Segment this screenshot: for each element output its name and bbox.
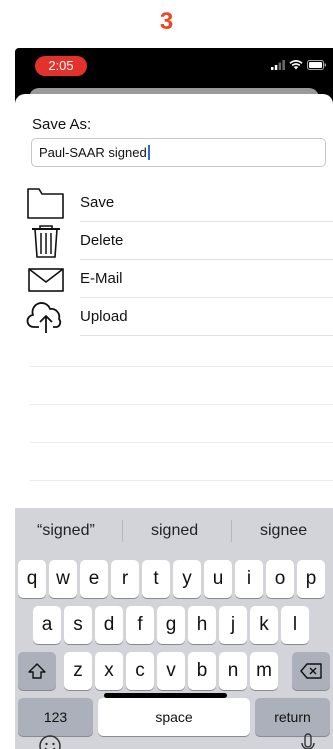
suggestion-item[interactable]: signed [151,522,198,540]
key-c[interactable]: c [126,652,154,690]
suggestion-quoted[interactable]: “signed” [37,522,95,540]
divider [80,335,333,336]
key-j[interactable]: j [219,606,247,644]
save-label: Save [80,194,115,211]
empty-row-divider [30,366,333,367]
microphone-icon[interactable] [300,732,316,749]
battery-icon [307,60,326,70]
step-number: 3 [159,8,174,35]
key-t[interactable]: t [142,560,170,598]
trash-icon [32,225,60,258]
key-q[interactable]: q [18,560,46,598]
key-g[interactable]: g [157,606,185,644]
suggestion-bar: “signed” signed signee [15,508,333,552]
empty-row-divider [30,442,333,443]
upload-option[interactable]: Upload [15,298,333,336]
signal-icon [271,60,285,70]
key-n[interactable]: n [219,652,247,690]
text-cursor [147,145,150,160]
status-time: 2:05 [35,56,87,76]
key-s[interactable]: s [64,606,92,644]
wifi-icon [289,60,303,70]
key-v[interactable]: v [157,652,185,690]
key-d[interactable]: d [95,606,123,644]
filename-input[interactable]: Paul-SAAR signed [31,138,326,167]
shift-arrow-icon [28,663,46,679]
key-b[interactable]: b [188,652,216,690]
key-u[interactable]: u [204,560,232,598]
phone-screen: 2:05 Save As: Paul-SAAR signed Save Dele… [15,48,333,749]
filename-value: Paul-SAAR signed [39,145,147,160]
upload-label: Upload [80,308,128,325]
action-menu: Save Delete E-Mail Upload [15,184,333,336]
key-r[interactable]: r [111,560,139,598]
backspace-key[interactable] [292,652,330,690]
email-option[interactable]: E-Mail [15,260,333,298]
key-e[interactable]: e [80,560,108,598]
emoji-icon[interactable] [38,734,62,749]
key-a[interactable]: a [33,606,61,644]
key-o[interactable]: o [266,560,294,598]
suggestion-separator [231,520,232,542]
status-icons [271,60,327,70]
key-x[interactable]: x [95,652,123,690]
empty-row-divider [30,404,333,405]
folder-icon [27,188,64,219]
status-bar: 2:05 [15,48,333,88]
shift-key[interactable] [18,652,56,690]
key-z[interactable]: z [64,652,92,690]
key-y[interactable]: y [173,560,201,598]
delete-option[interactable]: Delete [15,222,333,260]
numbers-key[interactable]: 123 [18,698,93,736]
backspace-icon [300,663,322,679]
space-key[interactable]: space [98,698,250,736]
return-key[interactable]: return [255,698,330,736]
delete-label: Delete [80,232,124,249]
save-option[interactable]: Save [15,184,333,222]
email-label: E-Mail [80,270,123,287]
key-w[interactable]: w [49,560,77,598]
key-f[interactable]: f [126,606,154,644]
key-i[interactable]: i [235,560,263,598]
cloud-upload-icon [26,302,62,333]
empty-row-divider [30,480,333,481]
key-p[interactable]: p [297,560,325,598]
suggestion-separator [122,520,123,542]
key-h[interactable]: h [188,606,216,644]
keyboard: “signed” signed signee q w e r t y u i o… [15,508,333,749]
key-m[interactable]: m [250,652,278,690]
suggestion-item[interactable]: signee [260,522,307,540]
key-l[interactable]: l [281,606,309,644]
save-as-label: Save As: [32,116,92,133]
key-k[interactable]: k [250,606,278,644]
envelope-icon [28,268,64,292]
home-indicator [104,693,227,698]
